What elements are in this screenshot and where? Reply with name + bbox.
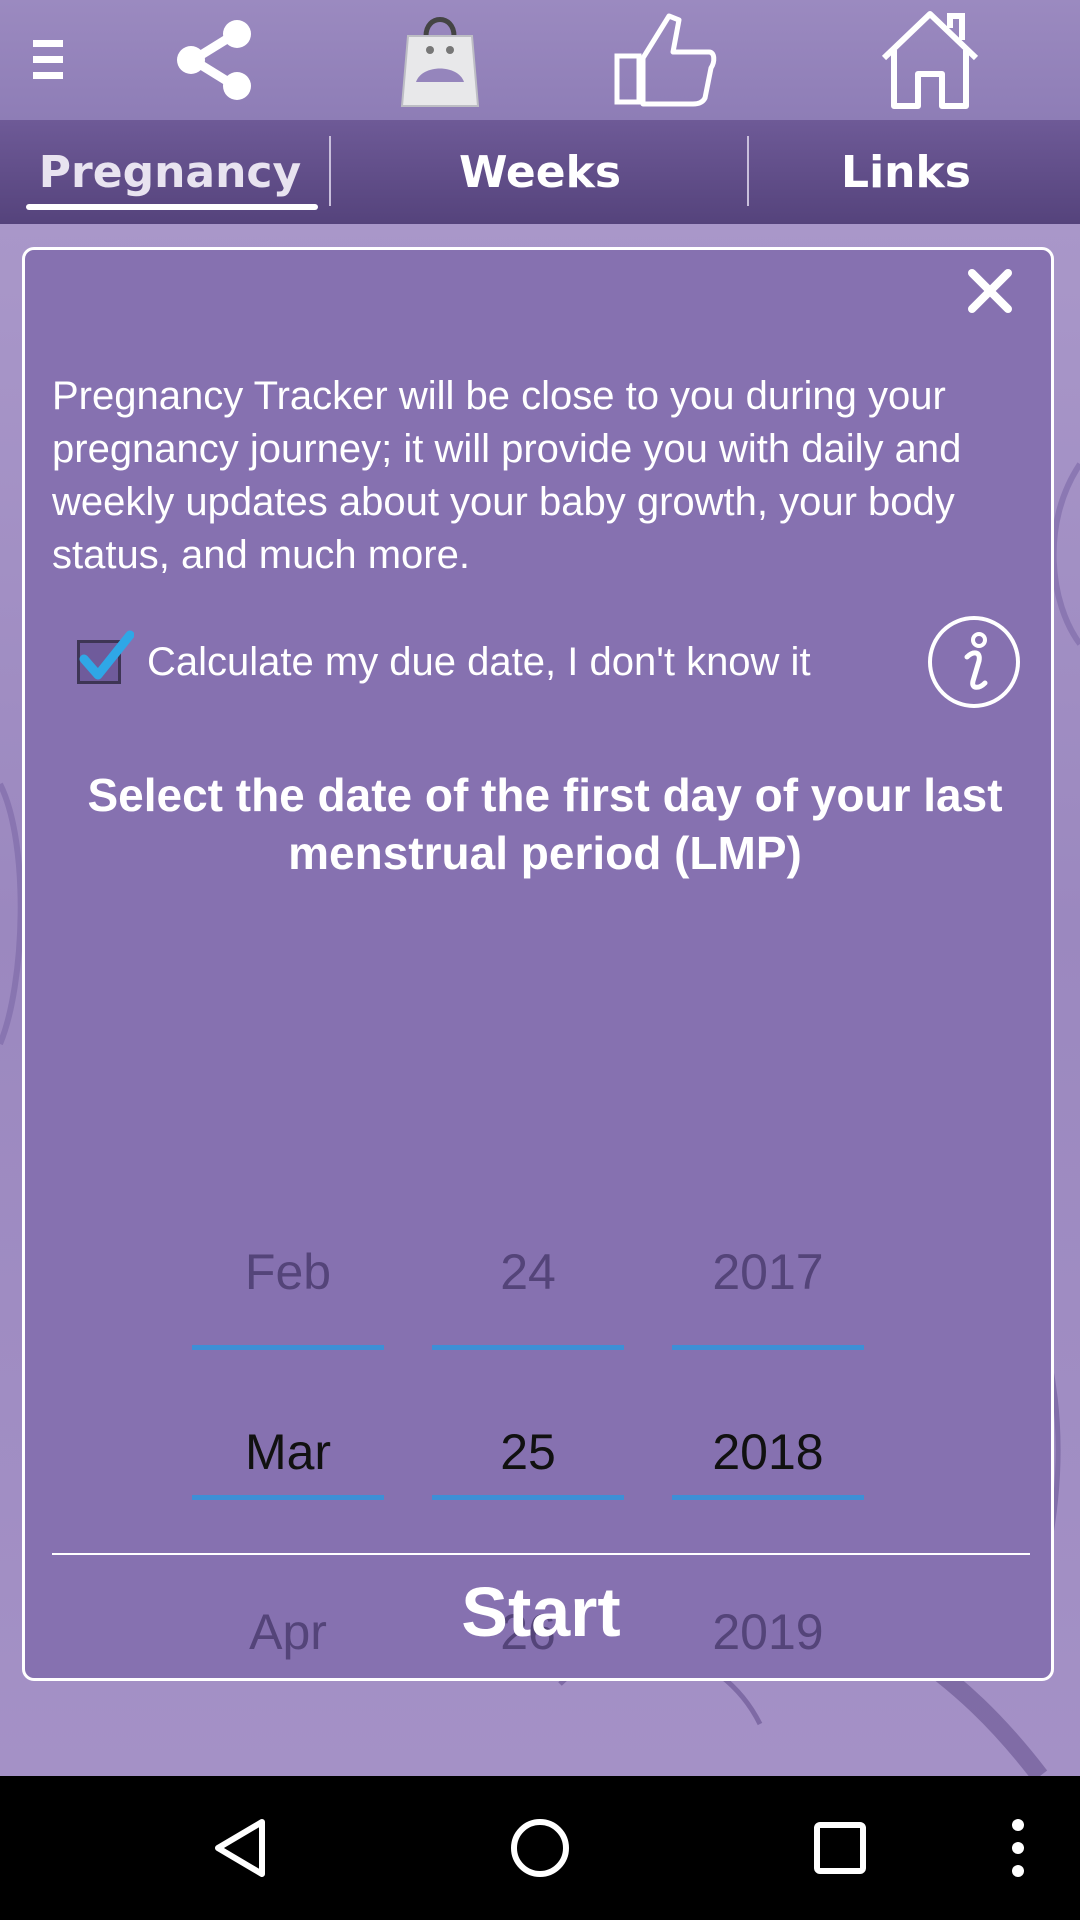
menu-button[interactable] <box>14 0 84 120</box>
picker-selection-line <box>432 1345 624 1350</box>
tab-bar: Pregnancy Weeks Links <box>0 120 1080 224</box>
tab-weeks[interactable]: Weeks <box>330 120 750 224</box>
home-icon <box>881 11 979 109</box>
close-icon <box>968 269 1012 313</box>
info-button[interactable] <box>928 616 1020 708</box>
picker-selection-line <box>192 1345 384 1350</box>
picker-prev-day[interactable]: 24 <box>432 1242 624 1302</box>
calculate-due-date-checkbox[interactable] <box>77 630 134 684</box>
picker-selected-day[interactable]: 25 <box>432 1422 624 1482</box>
picker-selection-line <box>672 1495 864 1500</box>
day-picker[interactable]: 24 25 26 <box>432 970 624 1660</box>
picker-selection-line <box>432 1495 624 1500</box>
recents-button[interactable] <box>800 1776 880 1920</box>
more-vertical-icon <box>1012 1819 1024 1877</box>
like-button[interactable] <box>600 0 730 120</box>
calculate-due-date-label[interactable]: Calculate my due date, I don't know it <box>147 635 811 689</box>
picker-selection-line <box>192 1495 384 1500</box>
overflow-menu-button[interactable] <box>998 1776 1038 1920</box>
picker-selected-month[interactable]: Mar <box>192 1422 384 1482</box>
dialog-divider <box>52 1553 1030 1555</box>
picker-prev-year[interactable]: 2017 <box>672 1242 864 1302</box>
tab-links[interactable]: Links <box>750 120 1062 224</box>
welcome-dialog: Pregnancy Tracker will be close to you d… <box>22 247 1054 1681</box>
close-button[interactable] <box>962 263 1018 319</box>
thumbs-up-icon <box>614 13 717 107</box>
shop-button[interactable] <box>380 0 500 120</box>
circle-home-icon <box>511 1819 569 1877</box>
tab-divider <box>747 136 749 206</box>
home-button[interactable] <box>870 0 990 120</box>
month-picker[interactable]: Feb Mar Apr <box>192 970 384 1660</box>
picker-selection-line <box>672 1345 864 1350</box>
home-nav-button[interactable] <box>500 1776 580 1920</box>
share-icon <box>177 20 251 100</box>
share-button[interactable] <box>160 0 270 120</box>
info-icon <box>964 632 988 690</box>
active-tab-indicator <box>26 204 318 210</box>
top-toolbar <box>0 0 1080 120</box>
lmp-heading: Select the date of the first day of your… <box>87 769 1003 879</box>
year-picker[interactable]: 2017 2018 2019 <box>672 970 864 1660</box>
back-button[interactable] <box>200 1776 280 1920</box>
shopping-bag-icon <box>400 17 480 107</box>
system-navigation-bar <box>0 1776 1080 1920</box>
picker-prev-month[interactable]: Feb <box>192 1242 384 1302</box>
start-button[interactable]: Start <box>52 1558 1030 1666</box>
checkmark-icon <box>79 630 134 680</box>
intro-text: Pregnancy Tracker will be close to you d… <box>52 374 962 577</box>
picker-selected-year[interactable]: 2018 <box>672 1422 864 1482</box>
menu-icon <box>33 40 63 79</box>
square-recents-icon <box>814 1822 866 1874</box>
back-icon <box>215 1819 265 1877</box>
